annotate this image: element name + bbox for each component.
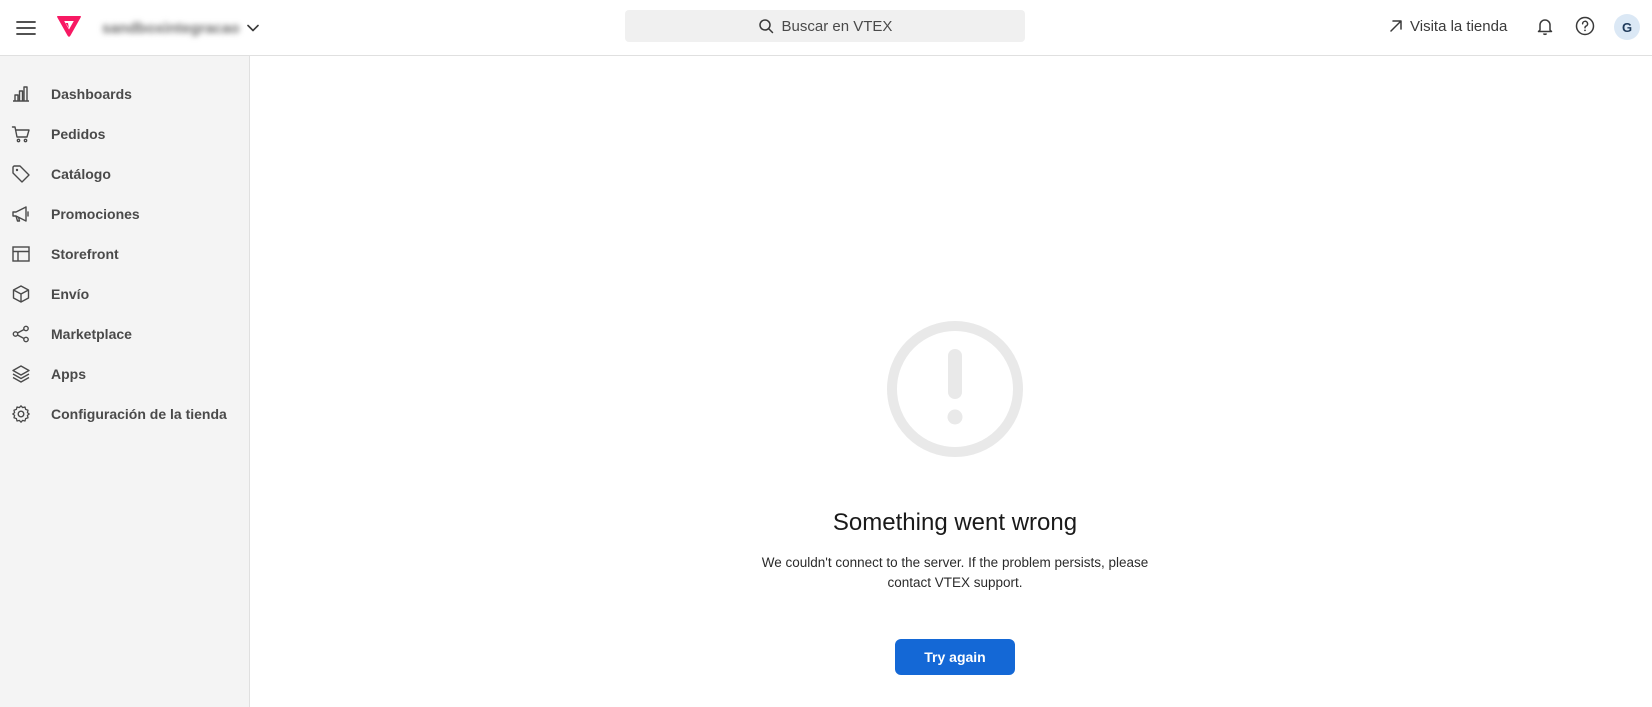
- bell-icon[interactable]: [1534, 15, 1556, 37]
- visit-store-link[interactable]: Visita la tienda: [1388, 15, 1507, 37]
- top-bar: sandboxintegracao Buscar en VTEX Visita …: [0, 0, 1652, 56]
- sidebar-item-label: Promociones: [51, 206, 140, 222]
- sidebar-item-envio[interactable]: Envío: [0, 274, 249, 314]
- visit-store-label: Visita la tienda: [1410, 17, 1508, 35]
- error-exclamation-icon: [885, 319, 1025, 459]
- cart-icon: [11, 126, 30, 143]
- gear-icon: [12, 405, 30, 423]
- tag-icon: [12, 165, 30, 183]
- sidebar-item-configuracion[interactable]: Configuración de la tienda: [0, 394, 249, 434]
- sidebar-item-catalogo[interactable]: Catálogo: [0, 154, 249, 194]
- sidebar-item-label: Storefront: [51, 246, 119, 262]
- sidebar-item-label: Envío: [51, 286, 90, 302]
- sidebar-item-label: Apps: [51, 366, 86, 382]
- layout-icon: [12, 246, 30, 262]
- sidebar-item-marketplace[interactable]: Marketplace: [0, 314, 249, 354]
- sidebar-item-storefront[interactable]: Storefront: [0, 234, 249, 274]
- sidebar-item-dashboards[interactable]: Dashboards: [0, 74, 249, 114]
- search-input[interactable]: Buscar en VTEX: [625, 10, 1025, 42]
- help-icon[interactable]: [1574, 15, 1596, 37]
- megaphone-icon: [12, 206, 29, 222]
- search-placeholder: Buscar en VTEX: [781, 17, 893, 35]
- search-icon: [758, 19, 773, 34]
- share-icon: [12, 325, 29, 343]
- chevron-down-icon: [246, 24, 259, 32]
- account-name: sandboxintegracao: [102, 19, 240, 37]
- arrow-up-right-icon: [1390, 20, 1402, 32]
- sidebar-item-pedidos[interactable]: Pedidos: [0, 114, 249, 154]
- error-title: Something went wrong: [832, 509, 1078, 536]
- vtex-logo-icon[interactable]: [56, 13, 82, 39]
- sidebar-item-label: Catálogo: [51, 166, 111, 182]
- bar-chart-icon: [13, 86, 29, 102]
- box-icon: [12, 285, 30, 303]
- sidebar-item-label: Pedidos: [51, 126, 106, 142]
- sidebar-item-promociones[interactable]: Promociones: [0, 194, 249, 234]
- error-message: We couldn't connect to the server. If th…: [761, 555, 1149, 590]
- sidebar-item-label: Marketplace: [51, 326, 132, 342]
- try-again-button[interactable]: Try again: [895, 639, 1015, 675]
- layers-icon: [12, 365, 30, 383]
- account-switcher[interactable]: sandboxintegracao: [102, 17, 260, 39]
- menu-icon[interactable]: [14, 16, 38, 40]
- sidebar-item-label: Configuración de la tienda: [51, 406, 227, 422]
- main-content: Something went wrong We couldn't connect…: [251, 57, 1652, 707]
- sidebar-item-apps[interactable]: Apps: [0, 354, 249, 394]
- avatar[interactable]: G: [1614, 14, 1640, 40]
- sidebar-item-label: Dashboards: [51, 86, 132, 102]
- sidebar: Dashboards Pedidos Catálogo Promociones …: [0, 56, 250, 707]
